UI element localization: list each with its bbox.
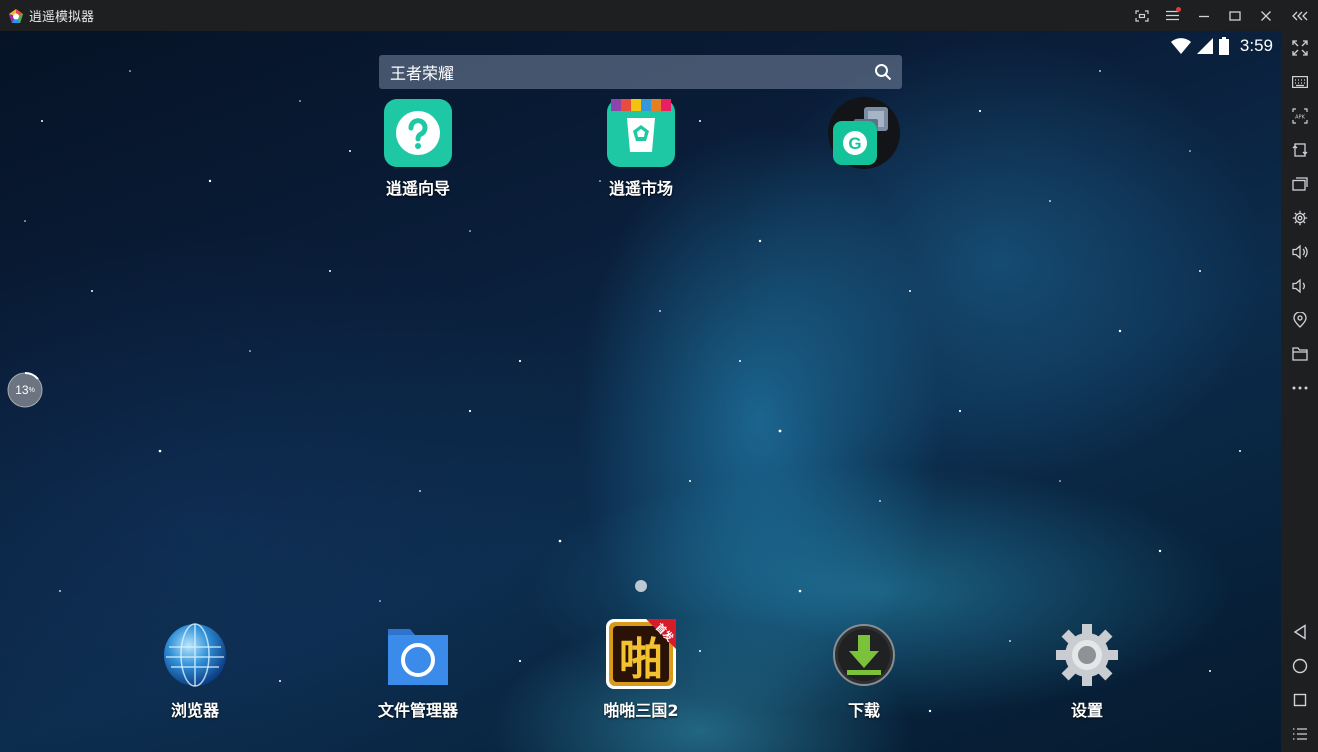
collapse-sidebar-button[interactable]	[1281, 0, 1318, 31]
question-icon	[384, 99, 452, 167]
more-dots-icon	[1292, 386, 1307, 390]
task-list-button[interactable]	[1281, 717, 1318, 751]
settings-button[interactable]	[1281, 201, 1318, 235]
search-text[interactable]: 王者荣耀	[390, 60, 454, 84]
multi-window-icon	[1291, 177, 1308, 191]
notification-dot	[1176, 7, 1181, 12]
app-papa-sanguo-2[interactable]: 啪 首发 啪啪三国2	[581, 619, 701, 721]
fullscreen-button[interactable]	[1281, 31, 1318, 65]
svg-text:啪: 啪	[619, 634, 663, 685]
triple-chevron-left-icon	[1291, 11, 1307, 20]
keyboard-icon	[1291, 76, 1308, 88]
scan-icon	[1134, 9, 1149, 22]
maximize-button[interactable]	[1219, 0, 1250, 31]
app-label: 浏览器	[170, 701, 219, 720]
screenshot-button[interactable]	[1126, 0, 1157, 31]
app-browser[interactable]: 浏览器	[135, 621, 255, 721]
menu-button[interactable]	[1157, 0, 1188, 31]
home-button[interactable]	[1281, 649, 1318, 683]
volume-down-icon	[1291, 278, 1305, 294]
title-bar: 逍遥模拟器	[0, 0, 1318, 31]
rotate-screen-icon	[1292, 143, 1307, 157]
recents-button[interactable]	[1281, 683, 1318, 717]
folder-icon	[384, 621, 452, 689]
more-button[interactable]	[1281, 371, 1318, 405]
gear-icon	[1053, 621, 1121, 689]
folder-outline-icon	[1291, 347, 1308, 361]
list-icon	[1292, 728, 1307, 740]
home-circle-icon	[1292, 658, 1307, 674]
app-file-manager[interactable]: 文件管理器	[358, 621, 478, 721]
android-screen[interactable]: 3:59 王者荣耀 逍遥向导 逍遥市场 G 13 % 浏览器 文件管理器 啪 首…	[0, 31, 1281, 752]
minimize-button[interactable]	[1188, 0, 1219, 31]
maximize-icon	[1228, 10, 1241, 21]
app-label: 文件管理器	[377, 701, 458, 720]
back-button[interactable]	[1281, 615, 1318, 649]
app-label: 下载	[847, 701, 880, 720]
window-title: 逍遥模拟器	[29, 10, 95, 25]
multi-window-button[interactable]	[1281, 167, 1318, 201]
app-label: 逍遥市场	[608, 179, 673, 198]
settings-gear-icon	[1292, 210, 1307, 226]
clock: 3:59	[1239, 36, 1273, 55]
app-grammarly[interactable]: G	[804, 97, 924, 177]
location-button[interactable]	[1281, 303, 1318, 337]
app-label: 啪啪三国2	[603, 701, 679, 720]
app-xiaoyao-guide[interactable]: 逍遥向导	[358, 99, 478, 199]
wifi-icon	[1170, 38, 1191, 54]
progress-percent: 13%	[15, 383, 35, 397]
shared-folder-button[interactable]	[1281, 337, 1318, 371]
app-label: 逍遥向导	[385, 179, 450, 198]
apk-install-button[interactable]: APK	[1281, 99, 1318, 133]
search-bar[interactable]: 王者荣耀	[379, 55, 902, 89]
volume-down-button[interactable]	[1281, 269, 1318, 303]
location-pin-icon	[1292, 312, 1307, 328]
app-logo-icon	[9, 8, 23, 23]
apk-icon: APK	[1291, 108, 1308, 124]
fullscreen-icon	[1291, 40, 1308, 56]
page-indicator-dot	[635, 580, 647, 592]
close-icon	[1260, 10, 1271, 21]
minimize-icon	[1198, 15, 1209, 17]
close-button[interactable]	[1250, 0, 1281, 31]
volume-up-icon	[1291, 244, 1308, 260]
cell-signal-icon	[1196, 38, 1213, 54]
back-triangle-icon	[1293, 624, 1306, 640]
recents-square-icon	[1293, 693, 1306, 707]
svg-text:APK: APK	[1295, 115, 1305, 121]
game-icon: 啪 首发	[606, 619, 677, 689]
app-settings[interactable]: 设置	[1027, 621, 1147, 721]
market-bag-icon	[607, 99, 675, 167]
keyboard-button[interactable]	[1281, 65, 1318, 99]
rotate-button[interactable]	[1281, 133, 1318, 167]
battery-icon	[1218, 36, 1229, 55]
search-icon[interactable]	[874, 63, 892, 81]
grammarly-icon: G	[828, 97, 900, 169]
app-xiaoyao-market[interactable]: 逍遥市场	[581, 99, 701, 199]
globe-icon	[161, 621, 229, 689]
emulator-sidebar: APK	[1281, 31, 1318, 752]
svg-text:G: G	[848, 134, 861, 153]
app-download[interactable]: 下载	[804, 621, 924, 721]
volume-up-button[interactable]	[1281, 235, 1318, 269]
app-label: 设置	[1070, 701, 1103, 720]
download-icon	[830, 621, 898, 689]
status-bar: 3:59	[1170, 35, 1273, 57]
floating-progress-ball[interactable]: 13%	[6, 371, 44, 409]
